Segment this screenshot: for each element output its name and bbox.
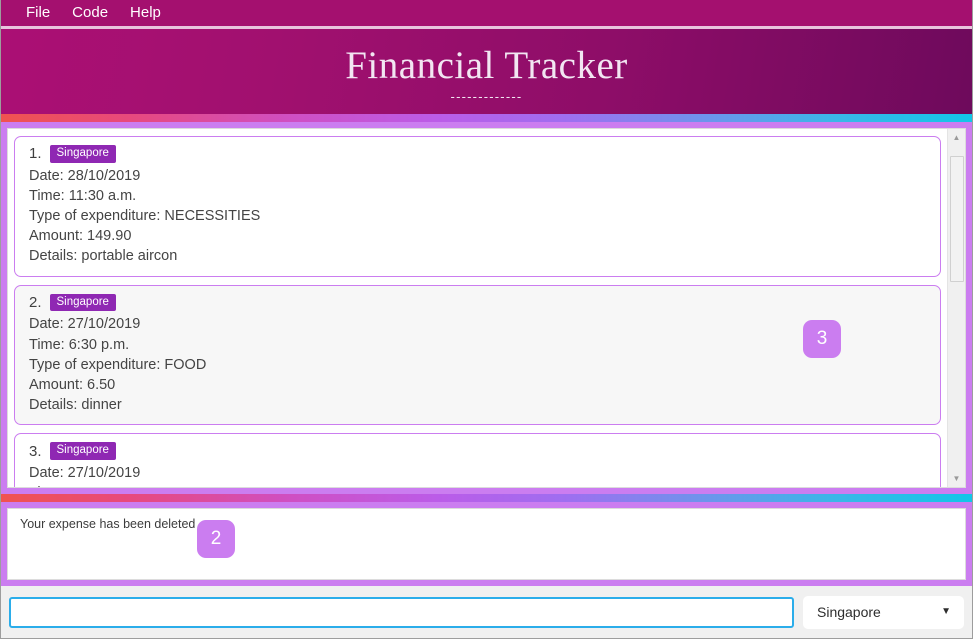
page-title: Financial Tracker xyxy=(345,43,628,87)
expense-time: Time: 4:00 p.m. xyxy=(29,483,926,487)
title-banner: Financial Tracker ------------- xyxy=(1,29,972,114)
expense-index: 3. xyxy=(29,442,42,460)
expense-details: Details: portable aircon xyxy=(29,248,178,265)
expense-type: Type of expenditure: NECESSITIES xyxy=(29,208,261,225)
country-dropdown[interactable]: Singapore ▼ xyxy=(803,595,964,629)
menu-code[interactable]: Code xyxy=(61,0,119,26)
menu-bar: File Code Help xyxy=(1,0,972,29)
country-chip: Singapore xyxy=(49,442,116,460)
expense-index: 2. xyxy=(29,293,42,311)
expense-date: Date: 28/10/2019 xyxy=(29,167,141,184)
expense-index: 1. xyxy=(29,145,42,163)
country-dropdown-value: Singapore xyxy=(817,604,881,620)
expense-card-header: 2. Singapore xyxy=(29,293,926,312)
expense-card-3[interactable]: 3. Singapore Date: 27/10/2019 Time: 4:00… xyxy=(14,433,941,487)
menu-help[interactable]: Help xyxy=(119,0,172,26)
status-message-text: Your expense has been deleted xyxy=(20,517,196,531)
expense-amount: Amount: 149.90 xyxy=(29,228,132,245)
country-chip: Singapore xyxy=(49,293,116,312)
status-message-box: Your expense has been deleted xyxy=(7,508,966,580)
expense-list-panel: 1. Singapore Date: 28/10/2019 Time: 11:3… xyxy=(7,128,966,488)
scrollbar-track[interactable] xyxy=(948,146,965,470)
application-window: File Code Help Financial Tracker -------… xyxy=(0,0,973,639)
expense-card-header: 1. Singapore xyxy=(29,145,926,163)
status-message-frame: Your expense has been deleted xyxy=(1,502,972,586)
expense-type: Type of expenditure: FOOD xyxy=(29,356,207,373)
expense-list-frame: 1. Singapore Date: 28/10/2019 Time: 11:3… xyxy=(1,122,972,494)
expense-time: Time: 11:30 a.m. xyxy=(29,187,137,204)
expense-date: Date: 27/10/2019 xyxy=(29,464,141,481)
expense-card-1[interactable]: 1. Singapore Date: 28/10/2019 Time: 11:3… xyxy=(14,136,941,277)
expense-card-2[interactable]: 2. Singapore Date: 27/10/2019 Time: 6:30… xyxy=(14,284,941,426)
expense-list-scrollport[interactable]: 1. Singapore Date: 28/10/2019 Time: 11:3… xyxy=(8,129,947,487)
country-chip: Singapore xyxy=(49,145,116,163)
command-input[interactable] xyxy=(9,596,794,628)
expense-list-scrollbar[interactable]: ▲ ▼ xyxy=(947,129,965,487)
menu-file[interactable]: File xyxy=(15,0,61,26)
scrollbar-thumb[interactable] xyxy=(950,156,964,282)
gradient-divider-top xyxy=(1,114,972,122)
command-bar: Singapore ▼ xyxy=(1,586,972,638)
expense-details: Details: dinner xyxy=(29,397,122,414)
expense-amount: Amount: 6.50 xyxy=(29,376,116,393)
expense-time: Time: 6:30 p.m. xyxy=(29,336,130,353)
expense-date: Date: 27/10/2019 xyxy=(29,316,141,333)
expense-card-header: 3. Singapore xyxy=(29,442,926,460)
title-underline-rule: ------------- xyxy=(450,93,523,102)
chevron-down-icon: ▼ xyxy=(941,606,951,617)
gradient-divider-bottom xyxy=(1,494,972,502)
scroll-up-arrow-icon[interactable]: ▲ xyxy=(948,129,965,146)
scroll-down-arrow-icon[interactable]: ▼ xyxy=(948,470,965,487)
